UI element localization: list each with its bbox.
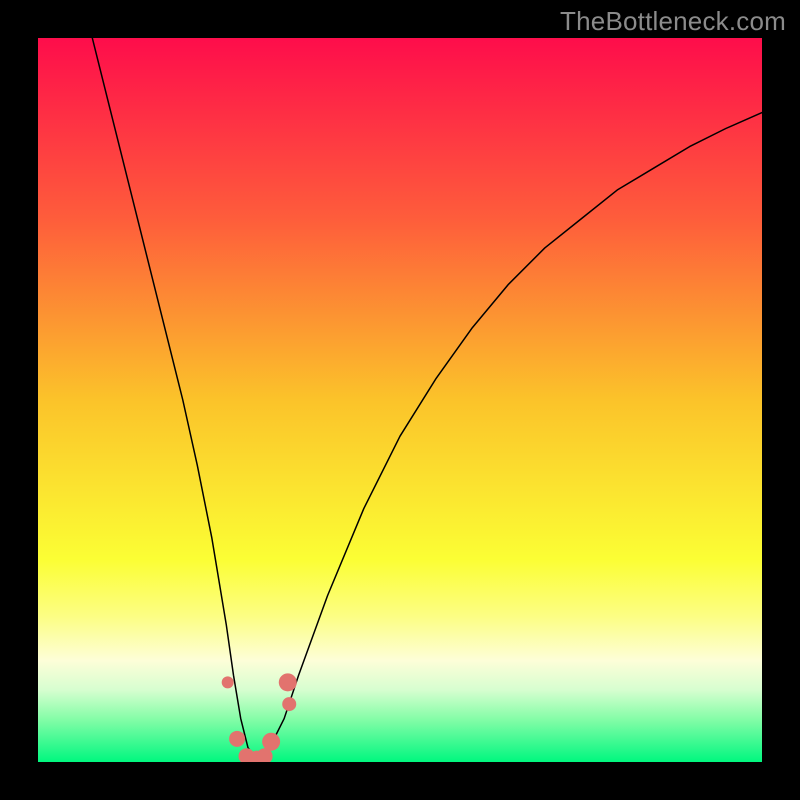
highlight-dot	[282, 697, 296, 711]
highlight-dot	[222, 676, 234, 688]
highlight-dot	[229, 731, 245, 747]
watermark-text: TheBottleneck.com	[560, 6, 786, 37]
gradient-background	[38, 38, 762, 762]
highlight-dot	[279, 673, 297, 691]
chart-frame: TheBottleneck.com	[0, 0, 800, 800]
highlight-dot	[262, 733, 280, 751]
plot-area	[38, 38, 762, 762]
chart-svg	[38, 38, 762, 762]
